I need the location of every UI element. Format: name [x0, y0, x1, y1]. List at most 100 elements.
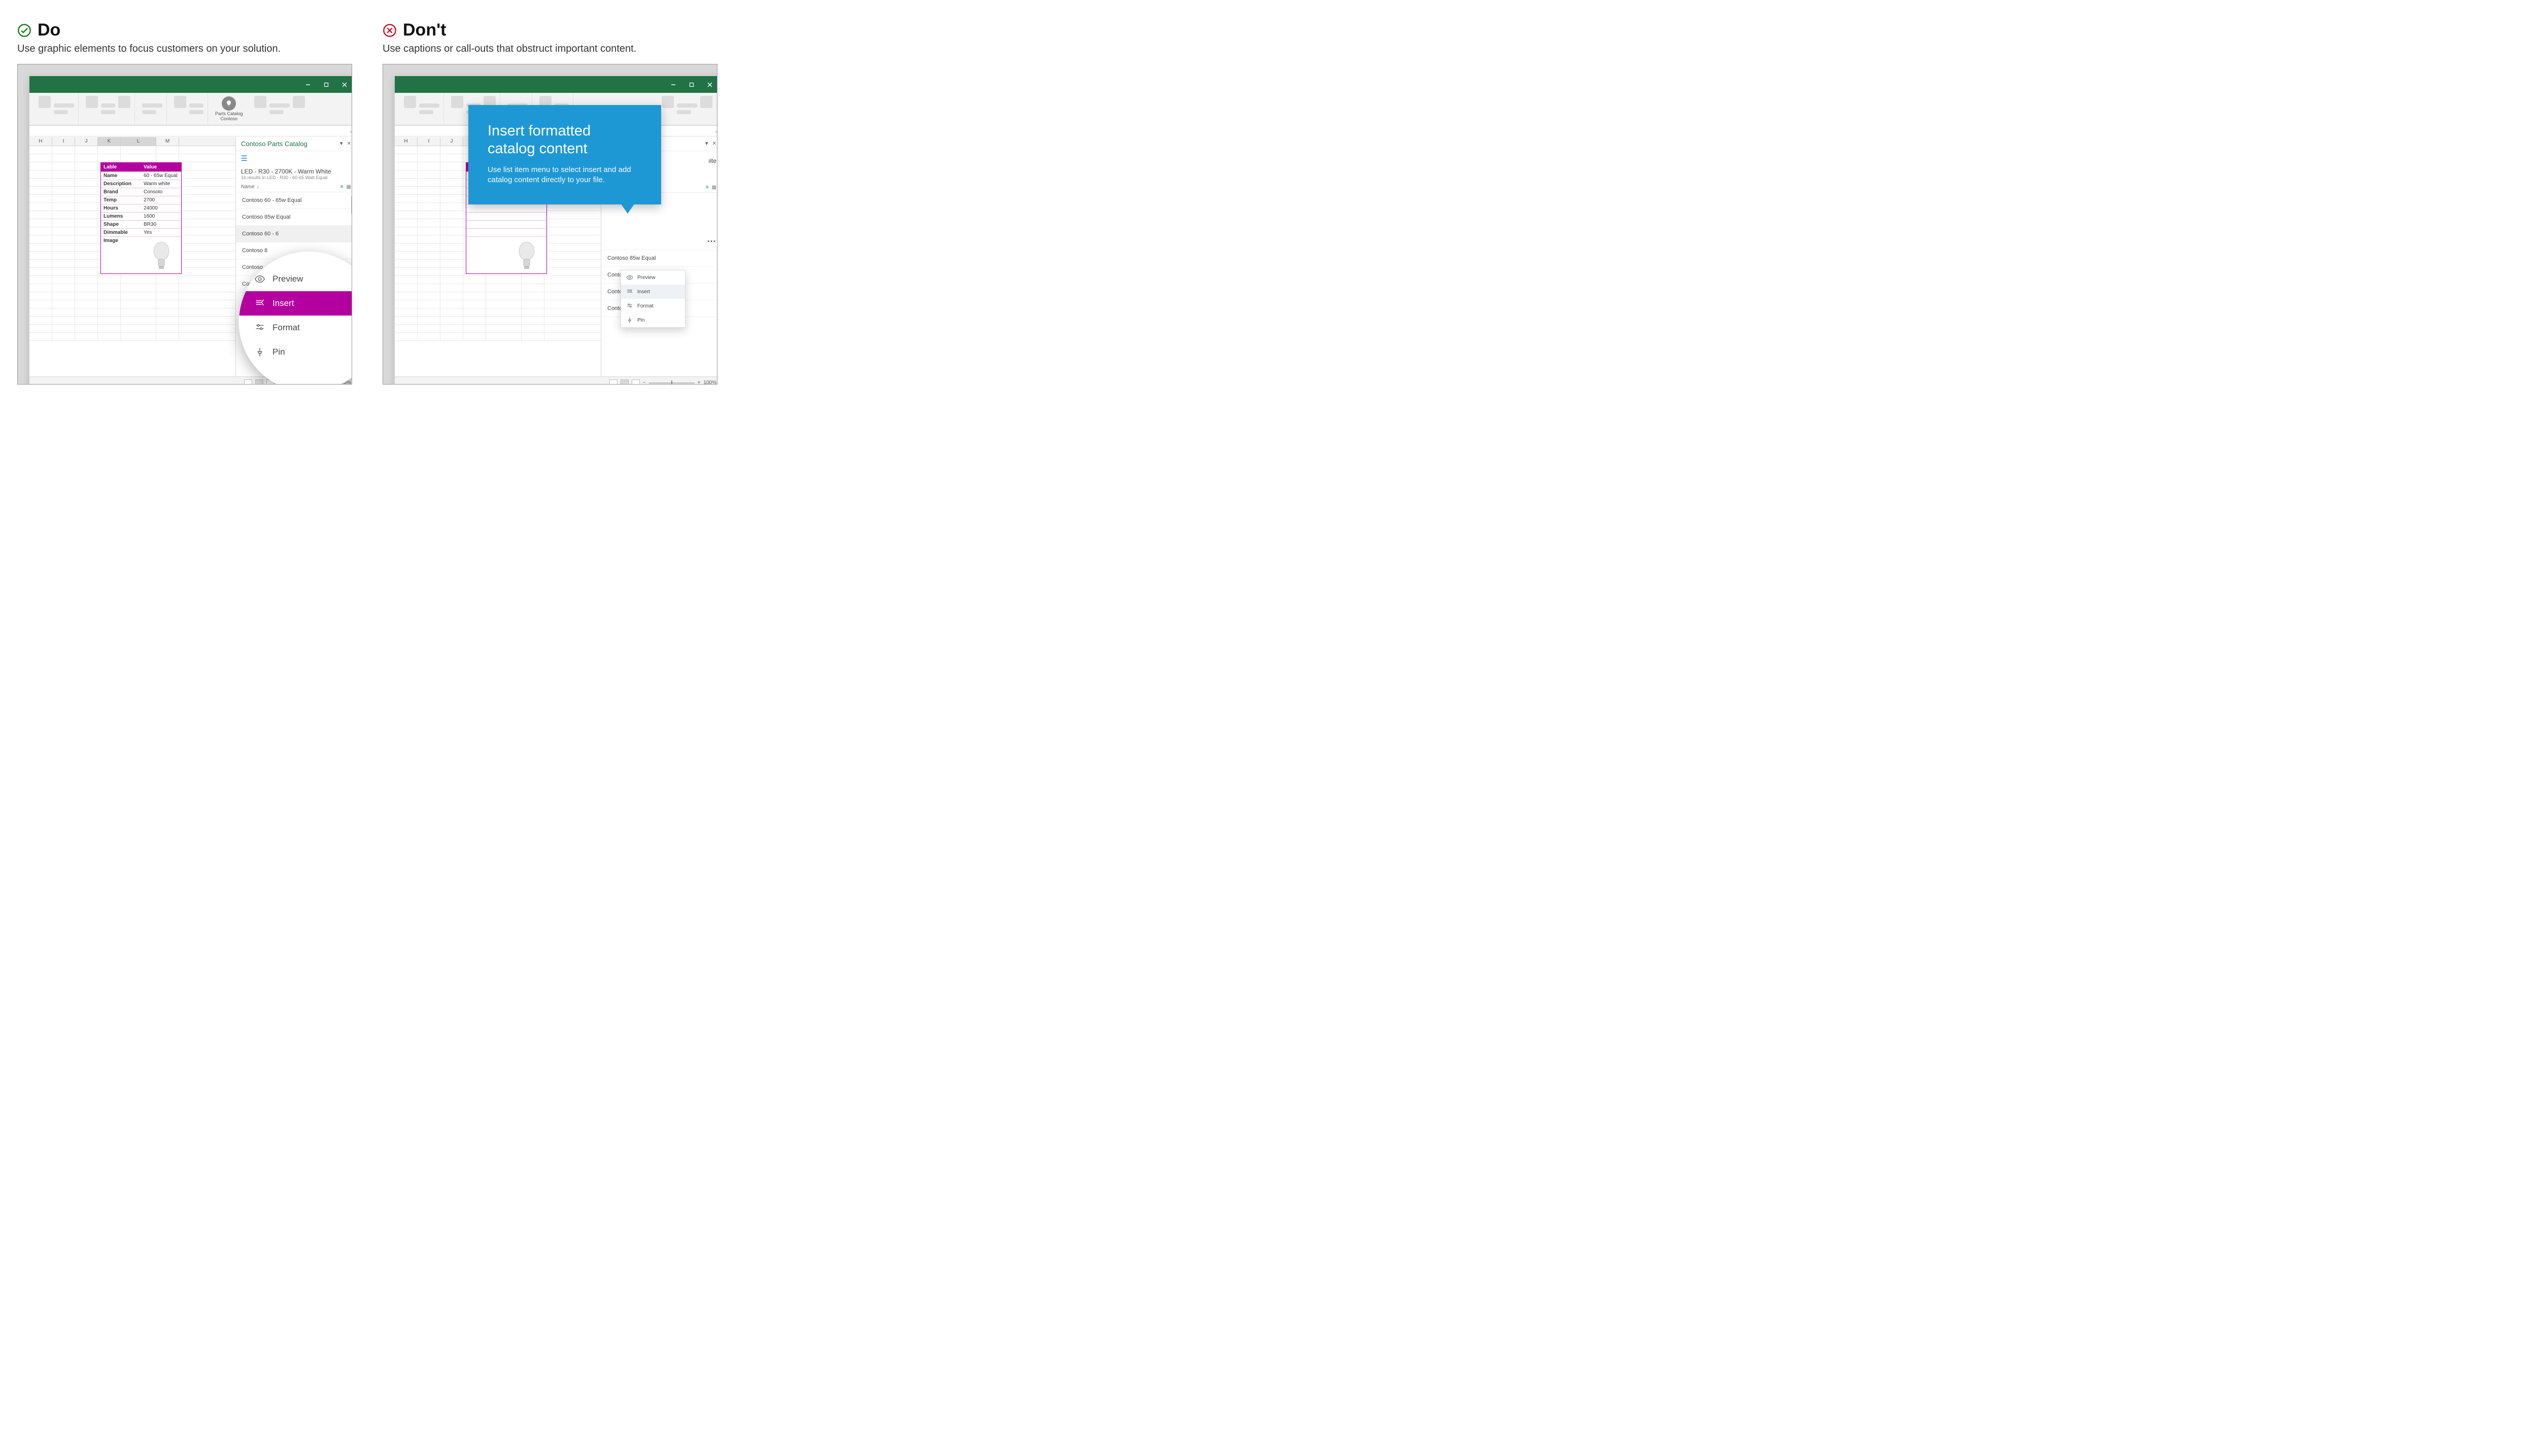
list-item[interactable]: Contoso 60 - 6 — [236, 226, 352, 242]
pane-title: Contoso Parts Catalog — [241, 140, 307, 148]
window-titlebar — [29, 76, 352, 93]
addin-ribbon-button[interactable]: Parts CatalogContoso — [211, 93, 247, 125]
x-circle-icon — [383, 23, 397, 38]
check-circle-icon — [17, 23, 31, 38]
chevron-down-icon[interactable]: ⌄ — [714, 128, 717, 134]
lightbulb-icon — [222, 96, 236, 111]
table-row: DescriptionWarm white — [101, 180, 181, 188]
ribbon: Parts CatalogContoso — [29, 93, 352, 125]
scrollbar[interactable] — [351, 196, 352, 214]
col-header[interactable]: H — [395, 137, 418, 146]
insert-icon — [626, 288, 633, 295]
table-row: ShapeBR30 — [101, 220, 181, 228]
dont-column: Don't Use captions or call-outs that obs… — [383, 20, 717, 385]
sliders-icon — [254, 322, 265, 333]
product-image — [141, 237, 181, 273]
callout-body: Use list item menu to select insert and … — [488, 165, 642, 186]
dont-screenshot: ⌄ H I J K L M — [383, 64, 717, 385]
hamburger-icon[interactable]: ☰ — [236, 151, 352, 166]
zoom-slider[interactable] — [649, 383, 695, 384]
list-item[interactable]: Contoso 85w Equal — [601, 250, 717, 267]
close-button[interactable] — [336, 76, 352, 93]
name-column-header[interactable]: Name — [241, 184, 255, 190]
do-screenshot: Parts CatalogContoso ⌄ H I J K L M — [17, 64, 352, 385]
col-header[interactable]: I — [52, 137, 75, 146]
col-header[interactable]: L — [121, 137, 156, 146]
product-image — [506, 237, 546, 273]
context-menu-small: Preview Insert Format Pin — [621, 270, 685, 328]
grid-view-icon[interactable]: ▦ — [347, 184, 351, 190]
callout-tail — [621, 203, 635, 214]
close-icon[interactable]: ✕ — [712, 141, 716, 147]
dont-subtitle: Use captions or call-outs that obstruct … — [383, 43, 717, 55]
view-break-button[interactable] — [632, 379, 640, 385]
zoom-minus[interactable]: − — [643, 380, 646, 385]
close-button[interactable] — [701, 76, 717, 93]
spreadsheet[interactable]: H I J K L M — [29, 137, 235, 385]
do-title: Do — [38, 20, 60, 40]
sliders-icon — [626, 302, 633, 309]
zoom-plus[interactable]: + — [698, 380, 701, 385]
col-header[interactable]: J — [75, 137, 98, 146]
list-view-icon[interactable]: ≡ — [340, 184, 344, 190]
table-col-value[interactable]: Value — [141, 163, 181, 171]
list-item[interactable]: ••• — [601, 233, 717, 250]
more-icon[interactable]: ••• — [707, 238, 716, 245]
grid-view-icon[interactable]: ▦ — [712, 185, 716, 190]
formula-bar[interactable]: ⌄ — [29, 125, 352, 136]
menu-insert[interactable]: Insert — [621, 285, 685, 299]
table-row: BrandConsoto — [101, 188, 181, 196]
inserted-table[interactable]: Lable Value Name60 - 65w Equal Descripti… — [100, 162, 182, 274]
addin-vendor: Contoso — [221, 116, 238, 121]
chevron-down-icon[interactable]: ▼ — [704, 141, 709, 147]
zoom-level[interactable]: 100% — [703, 380, 716, 385]
view-normal-button[interactable] — [244, 379, 252, 385]
window-titlebar — [395, 76, 717, 93]
list-view-icon[interactable]: ≡ — [706, 185, 709, 190]
col-header[interactable]: K — [98, 137, 121, 146]
menu-pin[interactable]: Pin — [621, 313, 685, 327]
table-row: Temp2700 — [101, 196, 181, 204]
addin-name: Parts Catalog — [215, 111, 243, 116]
list-item[interactable]: Contoso 85w Equal — [236, 209, 352, 226]
view-normal-button[interactable] — [609, 379, 618, 385]
pin-icon — [254, 346, 265, 358]
do-subtitle: Use graphic elements to focus customers … — [17, 43, 352, 55]
minimize-button[interactable] — [665, 76, 682, 93]
table-row: Name60 - 65w Equal — [101, 171, 181, 180]
breadcrumb: LED - R30 - 2700K - Warm White — [236, 166, 352, 175]
result-count: 16 results in LED - R30 - 60-65 Watt Equ… — [236, 175, 352, 184]
menu-insert[interactable]: Insert — [239, 291, 352, 316]
restore-button[interactable] — [683, 76, 700, 93]
table-row: Image — [101, 236, 181, 273]
insert-icon — [254, 298, 265, 309]
table-col-label[interactable]: Lable — [101, 163, 141, 171]
col-header[interactable]: M — [156, 137, 179, 146]
restore-button[interactable] — [318, 76, 335, 93]
chevron-down-icon[interactable]: ▼ — [339, 141, 344, 147]
sort-icon[interactable]: ↓ — [257, 184, 259, 190]
obstructing-callout: Insert formatted catalog content Use lis… — [468, 105, 661, 204]
menu-format[interactable]: Format — [621, 299, 685, 313]
col-header[interactable]: H — [29, 137, 52, 146]
menu-pin[interactable]: Pin — [239, 340, 352, 364]
do-column: Do Use graphic elements to focus custome… — [17, 20, 352, 385]
status-bar: − + 100% — [395, 376, 717, 385]
table-row: Hours24000 — [101, 204, 181, 212]
chevron-down-icon[interactable]: ⌄ — [349, 128, 352, 134]
dont-title: Don't — [403, 20, 447, 40]
view-page-button[interactable] — [255, 379, 263, 385]
close-icon[interactable]: ✕ — [347, 141, 351, 147]
table-row: Lumens1600 — [101, 212, 181, 220]
view-page-button[interactable] — [621, 379, 629, 385]
col-header[interactable]: I — [418, 137, 440, 146]
eye-icon — [254, 273, 265, 285]
pin-icon — [626, 317, 633, 324]
minimize-button[interactable] — [299, 76, 317, 93]
list-item[interactable]: Contoso 60 - 65w Equal — [236, 192, 352, 209]
col-header[interactable]: J — [440, 137, 463, 146]
menu-preview[interactable]: Preview — [621, 270, 685, 285]
table-row: DimmableYes — [101, 228, 181, 236]
menu-format[interactable]: Format — [239, 316, 352, 340]
callout-title: Insert formatted catalog content — [488, 122, 642, 158]
